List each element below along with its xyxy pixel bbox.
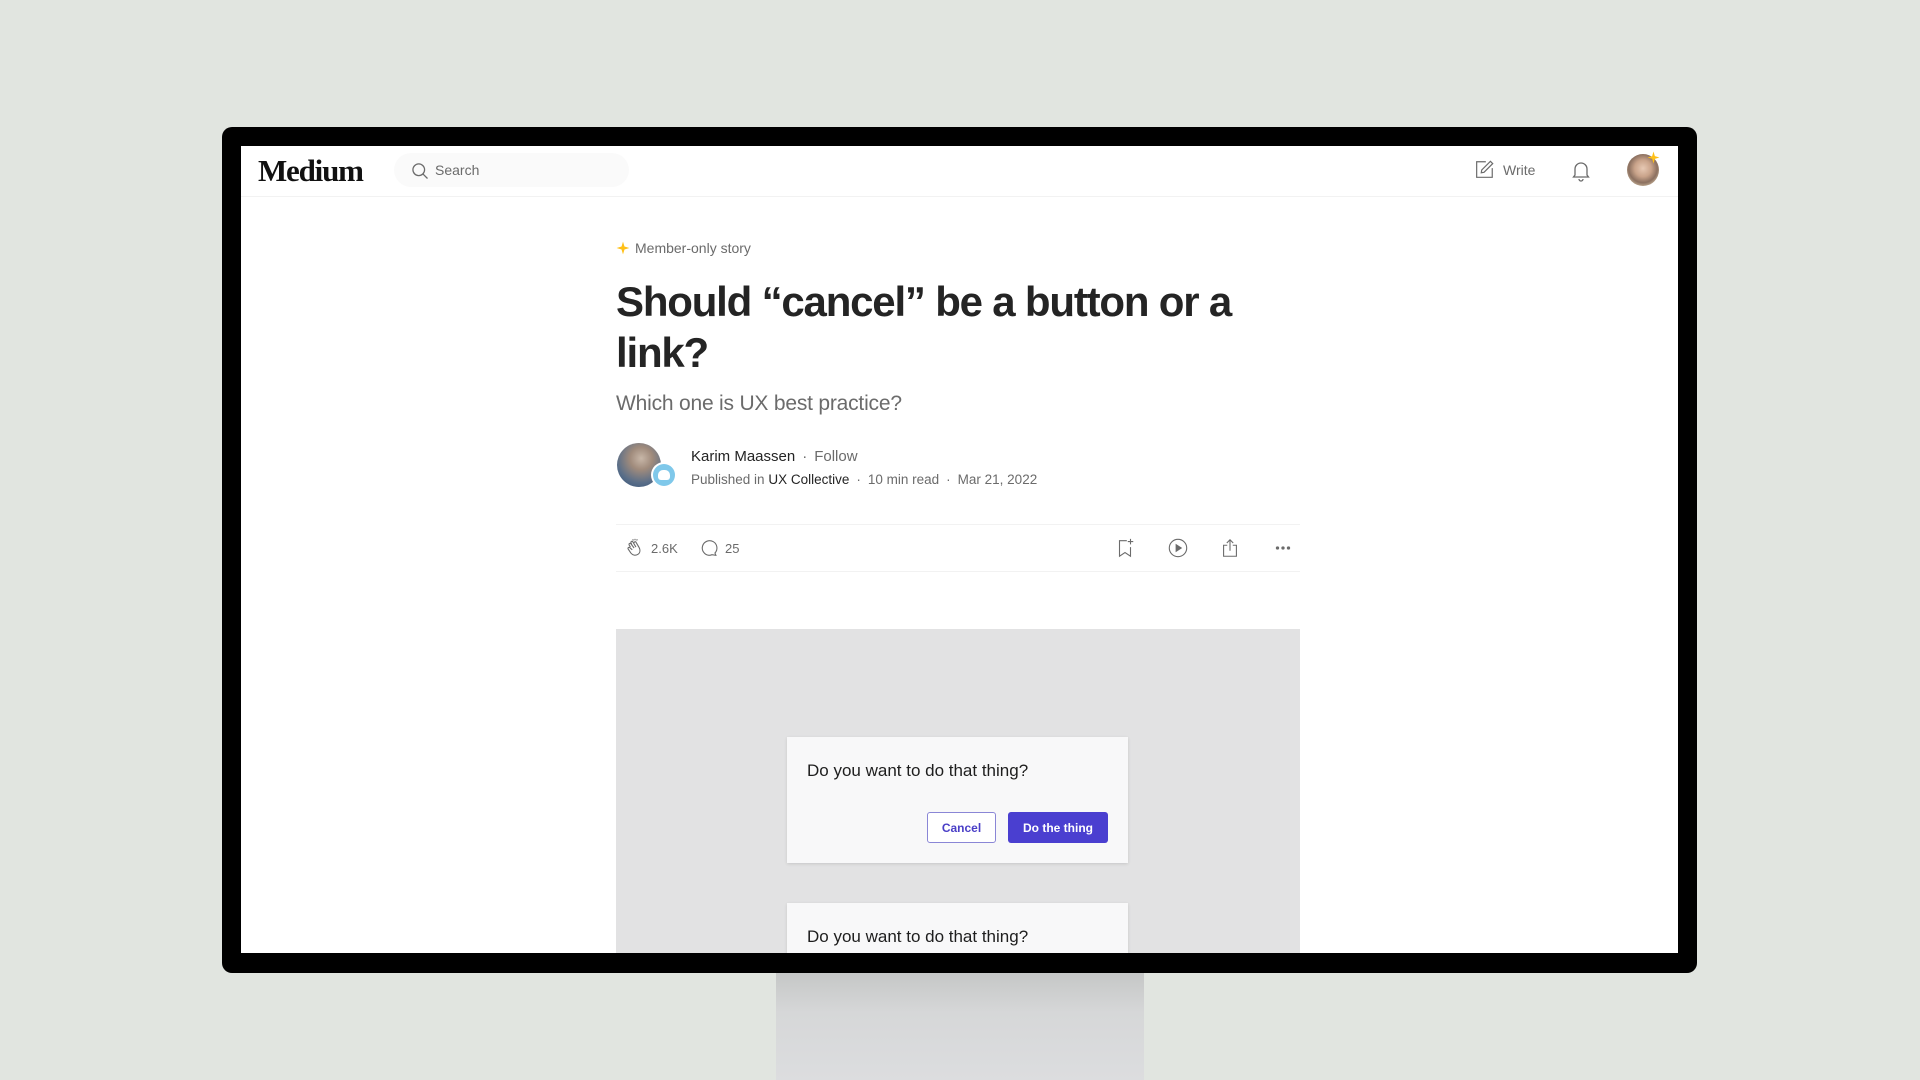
comments-button[interactable]: 25 [698,537,739,559]
dialog-example-buttons: Do you want to do that thing? Cancel Do … [787,737,1128,863]
separator-dot: · [856,472,861,487]
follow-button[interactable]: Follow [814,448,857,465]
article-title: Should “cancel” be a button or a link? [616,278,1232,376]
article-action-bar: 2.6K 25 [616,524,1300,572]
more-options-button[interactable] [1272,537,1294,559]
monitor-stand [776,968,1144,1080]
search-placeholder[interactable]: Search [435,162,479,178]
member-only-badge: Member-only story [616,240,751,256]
clap-count: 2.6K [651,540,678,556]
publish-date: Mar 21, 2022 [957,472,1038,487]
clap-button[interactable]: 2.6K [624,537,678,559]
article-subtitle: Which one is UX best practice? [616,392,902,415]
separator-dot: · [946,472,951,487]
separator-dot: · [802,448,808,465]
dialog-confirm-button: Do the thing [1008,812,1108,843]
dialog-example-link: Do you want to do that thing? [787,903,1128,953]
dialog-cancel-button: Cancel [927,812,996,843]
read-time: 10 min read [867,472,940,487]
search-icon [412,163,428,179]
medium-logo[interactable]: Medium [258,153,364,189]
published-in-label: Published in [691,472,765,487]
member-only-label: Member-only story [635,240,751,256]
publication-avatar[interactable] [651,462,677,488]
dialog-question: Do you want to do that thing? [807,761,1029,780]
more-horizontal-icon [1275,546,1291,550]
write-icon [1476,160,1494,178]
clap-icon [627,538,641,556]
listen-button[interactable] [1167,537,1189,559]
member-star-icon [616,241,630,255]
share-icon [1223,538,1237,557]
comment-icon [701,540,718,557]
share-button[interactable] [1219,537,1241,559]
member-star-icon [1647,151,1660,164]
article-hero-image: Do you want to do that thing? Cancel Do … [616,629,1300,953]
search-field[interactable]: Search [394,153,629,187]
author-name[interactable]: Karim Maassen [691,448,795,465]
notifications-bell-icon[interactable] [1569,158,1593,182]
write-button[interactable]: Write [1473,159,1535,181]
write-label: Write [1503,162,1536,178]
polar-bear-icon [653,464,675,486]
dialog-question: Do you want to do that thing? [807,927,1029,946]
save-button[interactable] [1114,537,1136,559]
publication-meta: Published in UX Collective · 10 min read… [691,472,1037,487]
play-icon [1168,538,1188,558]
publication-link[interactable]: UX Collective [768,472,849,487]
browser-screen: Medium Search Write Member-only story Sh… [241,146,1678,953]
author-line: Karim Maassen · Follow [691,448,858,465]
bookmark-add-icon [1118,538,1134,558]
comment-count: 25 [725,540,740,556]
top-navbar: Medium Search Write [241,146,1678,197]
